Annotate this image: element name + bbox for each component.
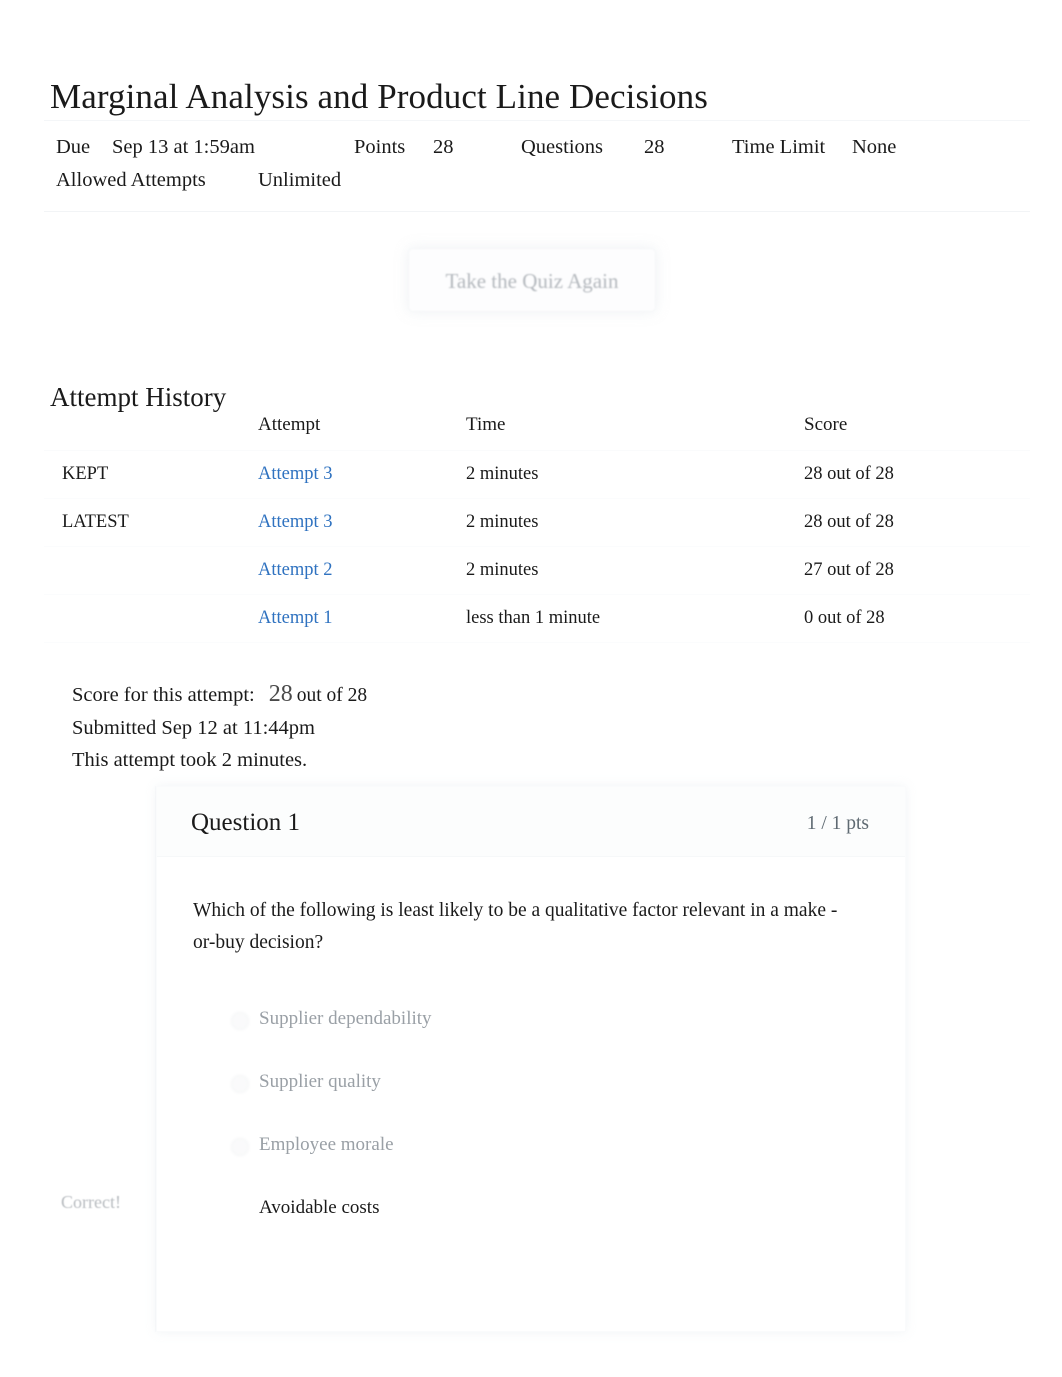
- column-header-attempt: Attempt: [258, 410, 466, 451]
- answer-label: Avoidable costs: [259, 1197, 380, 1218]
- correct-answer-flag: Correct!: [61, 1192, 121, 1212]
- score-out-of: out of 28: [296, 685, 368, 706]
- attempt-link[interactable]: Attempt 3: [258, 464, 333, 484]
- attempt-score: 28 out of 28: [804, 498, 1030, 547]
- attempt-time: less than 1 minute: [466, 594, 804, 643]
- duration-line: This attempt took 2 minutes.: [72, 749, 308, 771]
- points-value: 28: [433, 136, 454, 158]
- column-header-score: Score: [804, 410, 1030, 451]
- take-quiz-again-button[interactable]: Take the Quiz Again: [408, 248, 656, 312]
- question-card: Question 1 1 / 1 pts Which of the follow…: [156, 786, 906, 1332]
- answer-option[interactable]: Supplier dependability: [157, 993, 905, 1056]
- attempt-cell: Attempt 2: [258, 546, 466, 595]
- table-header-row: Attempt Time Score: [44, 410, 1030, 451]
- attempt-time: 2 minutes: [466, 498, 804, 547]
- table-row: Attempt 1 less than 1 minute 0 out of 28: [44, 594, 1030, 643]
- attempt-summary: Score for this attempt: 28 out of 28 Submi…: [72, 678, 772, 776]
- answer-label: Supplier dependability: [259, 1008, 432, 1029]
- attempt-cell: Attempt 3: [258, 498, 466, 547]
- attempt-score: 0 out of 28: [804, 594, 1030, 643]
- retake-quiz-container: Take the Quiz Again: [408, 248, 656, 312]
- questions-label: Questions: [521, 136, 603, 158]
- answer-option[interactable]: Supplier quality: [157, 1056, 905, 1119]
- answer-label: Supplier quality: [259, 1071, 381, 1092]
- attempt-flag: [44, 546, 258, 595]
- answer-list: Supplier dependability Supplier quality …: [157, 993, 905, 1245]
- score-label: Score for this attempt:: [72, 684, 255, 706]
- due-label: Due: [56, 136, 91, 158]
- allowed-attempts-value: Unlimited: [258, 169, 342, 191]
- answer-option[interactable]: Employee morale: [157, 1119, 905, 1182]
- attempt-score: 28 out of 28: [804, 450, 1030, 499]
- table-row: Attempt 2 2 minutes 27 out of 28: [44, 546, 1030, 595]
- attempt-link[interactable]: Attempt 2: [258, 560, 333, 580]
- attempt-flag: [44, 594, 258, 643]
- page-title: Marginal Analysis and Product Line Decis…: [50, 77, 708, 117]
- question-text: Which of the following is least likely t…: [193, 900, 838, 953]
- attempt-history-table: Attempt Time Score KEPT Attempt 3 2 minu…: [44, 410, 1030, 643]
- table-row: KEPT Attempt 3 2 minutes 28 out of 28: [44, 450, 1030, 499]
- allowed-attempts-label: Allowed Attempts: [56, 169, 206, 191]
- column-header-flag: [44, 410, 258, 451]
- answer-option-selected[interactable]: Avoidable costs: [157, 1182, 905, 1245]
- attempt-cell: Attempt 1: [258, 594, 466, 643]
- time-limit-label: Time Limit: [732, 136, 826, 158]
- answer-label: Employee morale: [259, 1134, 394, 1155]
- attempt-flag: LATEST: [44, 498, 258, 547]
- score-for-attempt-line: Score for this attempt: 28 out of 28: [72, 678, 772, 712]
- attempt-link[interactable]: Attempt 3: [258, 512, 333, 532]
- radio-button-icon[interactable]: [231, 1138, 249, 1156]
- quiz-meta-row-1: Due Sep 13 at 1:59am Points 28 Questions…: [44, 131, 1030, 164]
- attempt-cell: Attempt 3: [258, 450, 466, 499]
- due-value: Sep 13 at 1:59am: [112, 136, 255, 158]
- column-header-time: Time: [466, 410, 804, 451]
- quiz-meta-row-2: Allowed Attempts Unlimited: [44, 164, 1030, 197]
- score-value: 28: [268, 681, 293, 707]
- attempt-time: 2 minutes: [466, 546, 804, 595]
- time-limit-value: None: [852, 136, 897, 158]
- table-row: LATEST Attempt 3 2 minutes 28 out of 28: [44, 498, 1030, 547]
- quiz-meta-block: Due Sep 13 at 1:59am Points 28 Questions…: [44, 120, 1030, 212]
- attempt-flag: KEPT: [44, 450, 258, 499]
- quiz-results-page: Marginal Analysis and Product Line Decis…: [0, 0, 1062, 1377]
- radio-button-icon[interactable]: [231, 1012, 249, 1030]
- question-title: Question 1: [191, 809, 301, 836]
- submitted-line: Submitted Sep 12 at 11:44pm: [72, 717, 315, 739]
- attempt-score: 27 out of 28: [804, 546, 1030, 595]
- question-points-badge: 1 / 1 pts: [806, 813, 869, 834]
- questions-value: 28: [644, 136, 665, 158]
- radio-button-icon[interactable]: [231, 1075, 249, 1093]
- points-label: Points: [354, 136, 406, 158]
- attempt-time: 2 minutes: [466, 450, 804, 499]
- attempt-link[interactable]: Attempt 1: [258, 608, 333, 628]
